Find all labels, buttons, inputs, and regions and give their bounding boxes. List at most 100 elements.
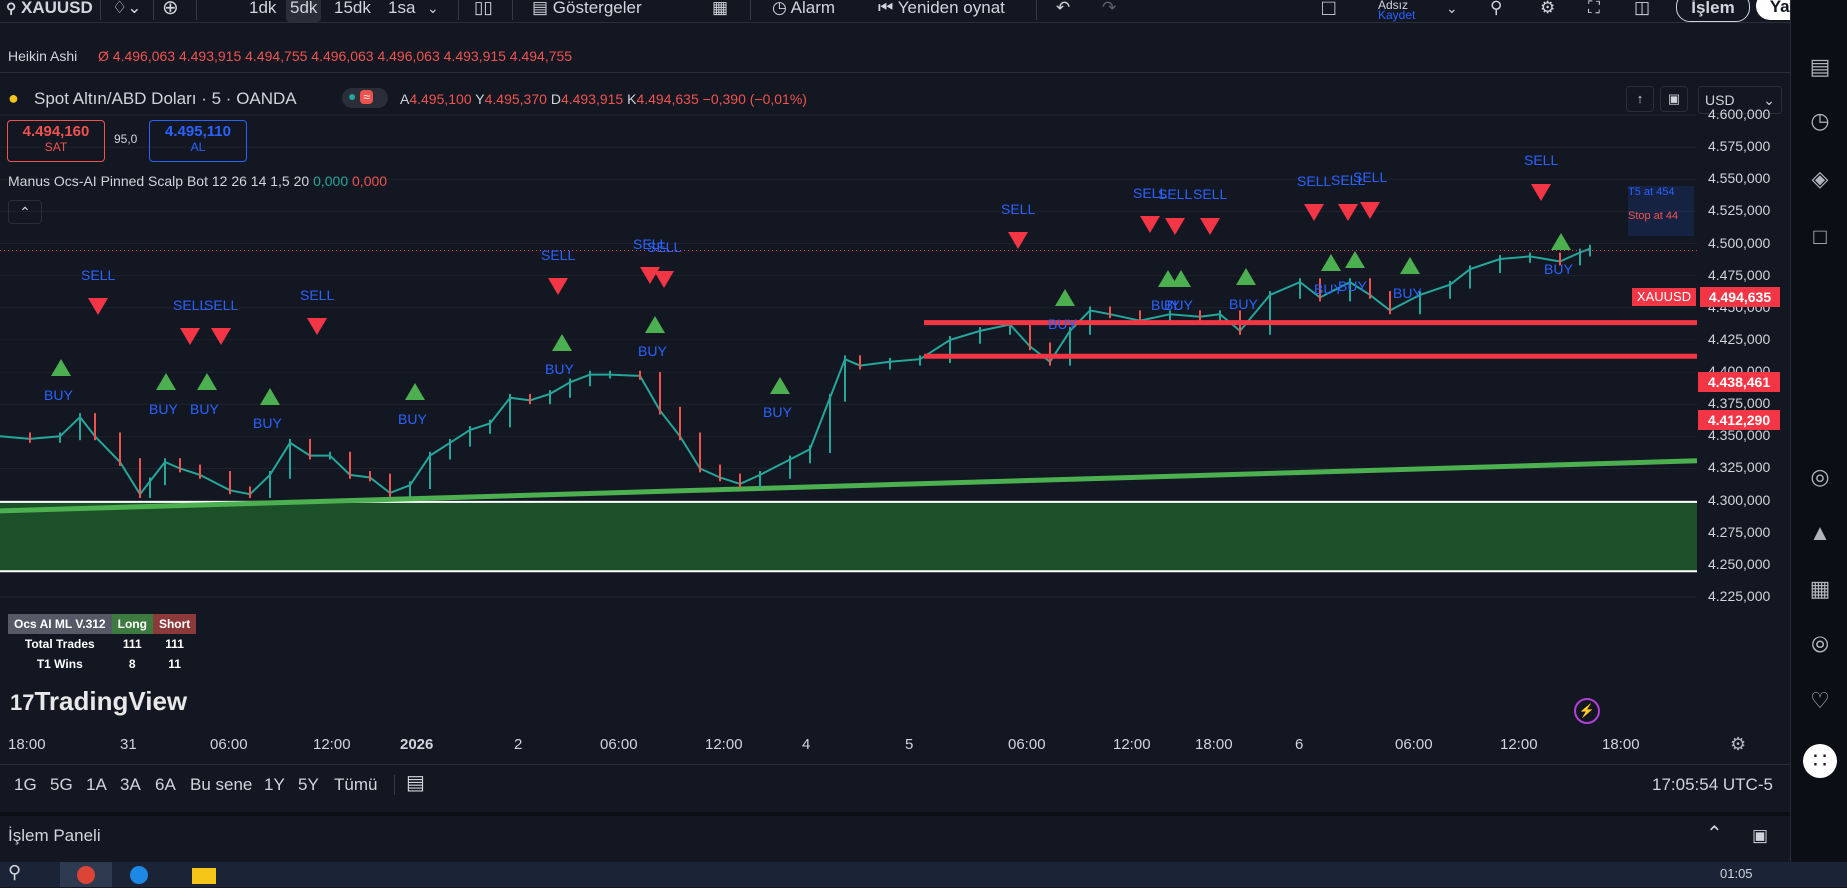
range-button[interactable]: Tümü (334, 776, 377, 799)
range-button[interactable]: 6A (155, 776, 176, 799)
symbol-search[interactable]: ⚲ XAUUSD (6, 0, 93, 22)
chat-icon[interactable]: □ (1807, 224, 1833, 250)
lightning-icon[interactable]: ⚡ (1574, 698, 1600, 724)
price-axis-label: 4.550,000 (1708, 170, 1771, 187)
price-axis-label: 4.300,000 (1708, 491, 1771, 508)
sell-signal-label: SELL (1158, 186, 1193, 202)
chevron-down-icon[interactable]: ⌄ (1446, 0, 1458, 22)
indicators-button[interactable]: ▤ Göstergeler (532, 0, 642, 22)
level-1-price-tag: 4.438,461 (1698, 372, 1780, 392)
interval-15dk[interactable]: 15dk (334, 0, 371, 22)
search-icon[interactable]: ⚲ (1490, 0, 1502, 22)
layers-icon[interactable]: ◈ (1807, 166, 1833, 192)
target-icon[interactable]: ◎ (1807, 464, 1833, 490)
sell-marker (548, 278, 568, 295)
chevron-up-icon[interactable]: ⌃ (1706, 824, 1723, 848)
price-axis-label: 4.225,000 (1708, 588, 1771, 604)
buy-label: AL (190, 140, 206, 154)
maximize-panel-icon[interactable]: ▣ (1752, 827, 1768, 850)
buy-button[interactable]: 4.495,110 AL (149, 120, 247, 162)
stats-row: T1 Wins 8 11 (8, 654, 197, 674)
buy-marker (1171, 270, 1191, 287)
settings-icon[interactable]: ⚙ (1540, 0, 1555, 22)
sell-button[interactable]: 4.494,160 SAT (7, 120, 105, 162)
watchlist-icon[interactable]: ▤ (1807, 54, 1833, 80)
tradingview-logo[interactable]: 17TradingView (10, 686, 187, 717)
candles-icon[interactable]: ▯▯ (474, 0, 493, 22)
compare-icon[interactable]: ♢⌄ (112, 0, 141, 22)
calendar-icon[interactable]: ▦ (1807, 576, 1833, 602)
buy-signal-label: BUY (253, 415, 282, 431)
sell-marker (1165, 218, 1185, 235)
trade-button[interactable]: İşlem (1676, 0, 1750, 22)
clock-icon[interactable]: ◷ (1807, 108, 1833, 134)
collapse-legend-icon[interactable]: ⌃ (8, 200, 42, 224)
maximize-icon[interactable]: ▣ (1660, 86, 1688, 112)
indicators-label: Göstergeler (552, 0, 642, 17)
sell-marker (1304, 204, 1324, 221)
edge-icon[interactable] (130, 866, 148, 884)
range-button[interactable]: 1Y (264, 776, 285, 799)
current-price-tag: 4.494,635 (1700, 287, 1780, 307)
redo-icon[interactable]: ↷ (1102, 0, 1116, 22)
range-button[interactable]: Bu sene (190, 776, 252, 799)
buy-signal-label: BUY (638, 343, 667, 359)
calendar-goto-icon[interactable]: ▤ (406, 773, 425, 797)
interval-1sa[interactable]: 1sa (388, 0, 415, 22)
broadcast-icon[interactable]: ⦾ (1807, 632, 1833, 658)
apps-icon[interactable]: ∷ (1803, 744, 1837, 778)
range-button[interactable]: 3A (120, 776, 141, 799)
replay-icon: ⏮ (878, 0, 894, 17)
stats-header-row: Ocs AI ML V.312 Long Short (8, 614, 197, 634)
sell-signal-label: SELL (1353, 169, 1388, 185)
chevron-down-icon[interactable]: ⌄ (427, 0, 439, 22)
range-button[interactable]: 5Y (298, 776, 319, 799)
buy-signal-label: BUY (190, 401, 219, 417)
interval-5dk[interactable]: 5dk (286, 0, 322, 22)
buy-marker (552, 334, 572, 351)
range-button[interactable]: 5G (50, 776, 73, 799)
sell-signal-label: SELL (300, 287, 335, 303)
time-axis-label: 6 (1295, 736, 1304, 753)
bell-icon[interactable]: ♡ (1807, 688, 1833, 714)
sell-signal-label: SELL (1297, 173, 1332, 189)
buy-signal-label: BUY (1164, 297, 1193, 313)
search-icon[interactable]: ⚲ (8, 863, 21, 886)
layout-box-icon[interactable]: □ (1322, 0, 1335, 22)
interval-1dk[interactable]: 1dk (249, 0, 276, 22)
sell-marker (1200, 218, 1220, 235)
buy-signal-label: BUY (149, 401, 178, 417)
range-button[interactable]: 1A (86, 776, 107, 799)
time-axis-label: 2026 (400, 736, 434, 753)
alarm-button[interactable]: ◷ Alarm (772, 0, 835, 22)
camera-icon[interactable]: ◫ (1634, 0, 1650, 22)
clock-readout[interactable]: 17:05:54 UTC-5 (1652, 776, 1773, 799)
buy-marker (1400, 257, 1420, 274)
browser-taskbar-item[interactable] (60, 862, 112, 887)
layout-icon[interactable]: ▦ (712, 0, 728, 22)
layout-name-button[interactable]: Adsız Kaydet (1378, 0, 1415, 22)
trading-panel-title[interactable]: İşlem Paneli (8, 827, 101, 850)
range-button[interactable]: 1G (14, 776, 37, 799)
indicator-value-2: 0,000 (352, 173, 388, 189)
fullscreen-icon[interactable]: ⛶ (1588, 0, 1600, 22)
arrow-up-icon[interactable]: ↑ (1626, 86, 1654, 112)
sell-signal-label: SELL (647, 239, 682, 255)
ohlc-high: 4.495,370 (484, 91, 547, 107)
price-axis-label: 4.475,000 (1708, 266, 1771, 283)
undo-icon[interactable]: ↶ (1056, 0, 1070, 22)
gear-icon[interactable]: ⚙ (1730, 734, 1746, 755)
demand-zone (0, 501, 1697, 572)
sell-signal-label: SELL (173, 297, 208, 313)
plus-icon[interactable]: ⊕ (162, 0, 179, 22)
buy-marker (1345, 251, 1365, 268)
sell-marker (1008, 232, 1028, 249)
screener-icon[interactable]: ▲ (1807, 520, 1833, 546)
toolbar-divider (394, 775, 395, 795)
ohlc-change: −0,390 (−0,01%) (702, 91, 807, 107)
indicators-icon: ▤ (532, 0, 549, 17)
price-axis-label: 4.250,000 (1708, 555, 1771, 572)
folder-icon[interactable] (192, 868, 216, 884)
replay-button[interactable]: ⏮ Yeniden oynat (878, 0, 1005, 22)
market-status-badge: ● ≈ (342, 88, 388, 108)
